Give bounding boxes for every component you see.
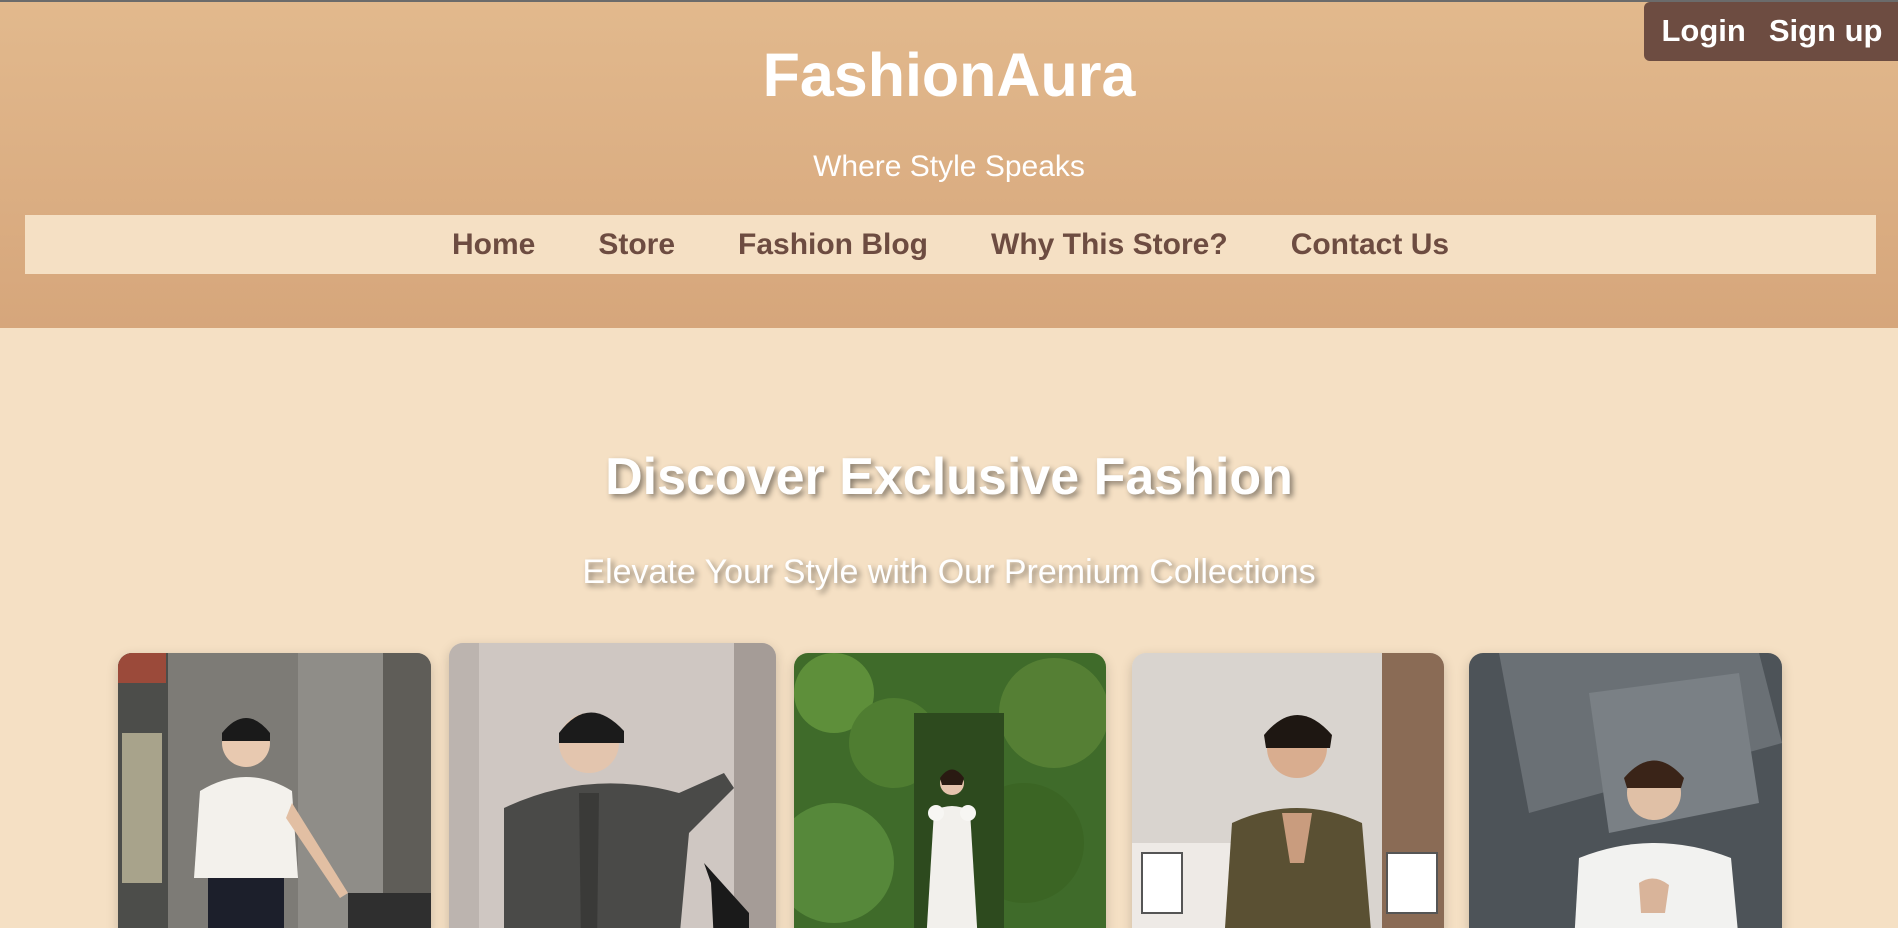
model-photo <box>449 643 776 928</box>
nav-item-home[interactable]: Home <box>452 228 535 262</box>
model-photo <box>1469 653 1782 928</box>
model-image-card[interactable] <box>1469 653 1782 928</box>
site-tagline: Where Style Speaks <box>813 150 1085 183</box>
model-image-card[interactable] <box>118 653 431 928</box>
nav-item-contact-us[interactable]: Contact Us <box>1291 228 1449 262</box>
model-photo <box>1132 653 1444 928</box>
hero-subtitle: Elevate Your Style with Our Premium Coll… <box>582 553 1316 591</box>
nav-item-why-this-store[interactable]: Why This Store? <box>991 228 1228 262</box>
site-header: Login Sign up FashionAura Where Style Sp… <box>0 2 1898 328</box>
model-photo <box>118 653 431 928</box>
model-image-card[interactable] <box>1132 653 1444 928</box>
hero-title: Discover Exclusive Fashion <box>605 448 1293 506</box>
main-nav: Home Store Fashion Blog Why This Store? … <box>25 215 1876 274</box>
model-photo <box>794 653 1106 928</box>
nav-item-fashion-blog[interactable]: Fashion Blog <box>738 228 928 262</box>
model-image-card[interactable] <box>794 653 1106 928</box>
site-logo: FashionAura <box>762 41 1136 109</box>
model-image-card[interactable] <box>449 643 776 928</box>
nav-item-store[interactable]: Store <box>598 228 675 262</box>
